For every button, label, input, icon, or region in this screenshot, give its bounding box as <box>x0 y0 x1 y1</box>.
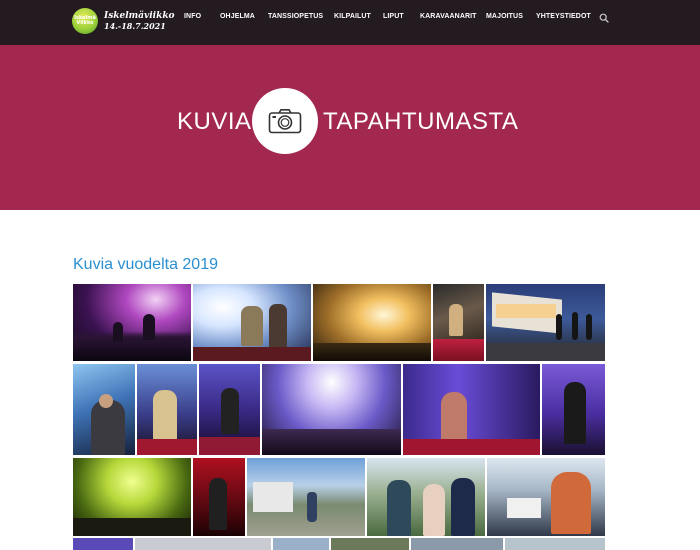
gallery-photo[interactable] <box>73 458 191 536</box>
gallery-photo[interactable] <box>411 538 503 550</box>
gallery-photo[interactable] <box>262 364 401 455</box>
nav-item-majoitus[interactable]: MAJOITUS <box>486 13 523 20</box>
gallery-photo[interactable] <box>331 538 409 550</box>
gallery-photo[interactable] <box>193 458 245 536</box>
gallery-photo[interactable] <box>135 538 271 550</box>
gallery-photo[interactable] <box>193 284 311 361</box>
main-nav: INFO OHJELMA TANSSIOPETUS KILPAILUT LIPU… <box>0 13 700 25</box>
gallery-photo[interactable] <box>137 364 197 455</box>
gallery-photo[interactable] <box>273 538 329 550</box>
search-icon[interactable] <box>599 13 609 23</box>
gallery-photo[interactable] <box>487 458 605 536</box>
gallery-photo[interactable] <box>403 364 540 455</box>
gallery-photo[interactable] <box>313 284 431 361</box>
nav-item-tanssiopetus[interactable]: TANSSIOPETUS <box>268 13 323 20</box>
gallery-photo[interactable] <box>542 364 605 455</box>
hero-title-right: TAPAHTUMASTA <box>323 108 519 135</box>
gallery-photo[interactable] <box>433 284 484 361</box>
camera-icon <box>268 109 302 134</box>
gallery-section-title: Kuvia vuodelta 2019 <box>73 256 218 273</box>
nav-item-liput[interactable]: LIPUT <box>383 13 404 20</box>
gallery-photo[interactable] <box>367 458 485 536</box>
hero-icon-circle <box>252 88 318 154</box>
gallery-photo[interactable] <box>247 458 365 536</box>
nav-item-karavaanarit[interactable]: KARAVAANARIT <box>420 13 477 20</box>
nav-item-yhteystiedot[interactable]: YHTEYSTIEDOT <box>536 13 591 20</box>
hero-banner: KUVIA TAPAHTUMASTA <box>0 45 700 210</box>
gallery-photo[interactable] <box>199 364 260 455</box>
nav-item-kilpailut[interactable]: KILPAILUT <box>334 13 371 20</box>
gallery-photo[interactable] <box>486 284 605 361</box>
gallery-photo[interactable] <box>73 284 191 361</box>
gallery-photo[interactable] <box>73 538 133 550</box>
nav-item-info[interactable]: INFO <box>184 13 201 20</box>
gallery-photo[interactable] <box>505 538 605 550</box>
top-navigation-bar: Iskelmä Viikko Iskelmäviikko 14.-18.7.20… <box>0 0 700 45</box>
hero-title-left: KUVIA <box>177 108 252 135</box>
gallery-photo[interactable] <box>73 364 135 455</box>
nav-item-ohjelma[interactable]: OHJELMA <box>220 13 255 20</box>
